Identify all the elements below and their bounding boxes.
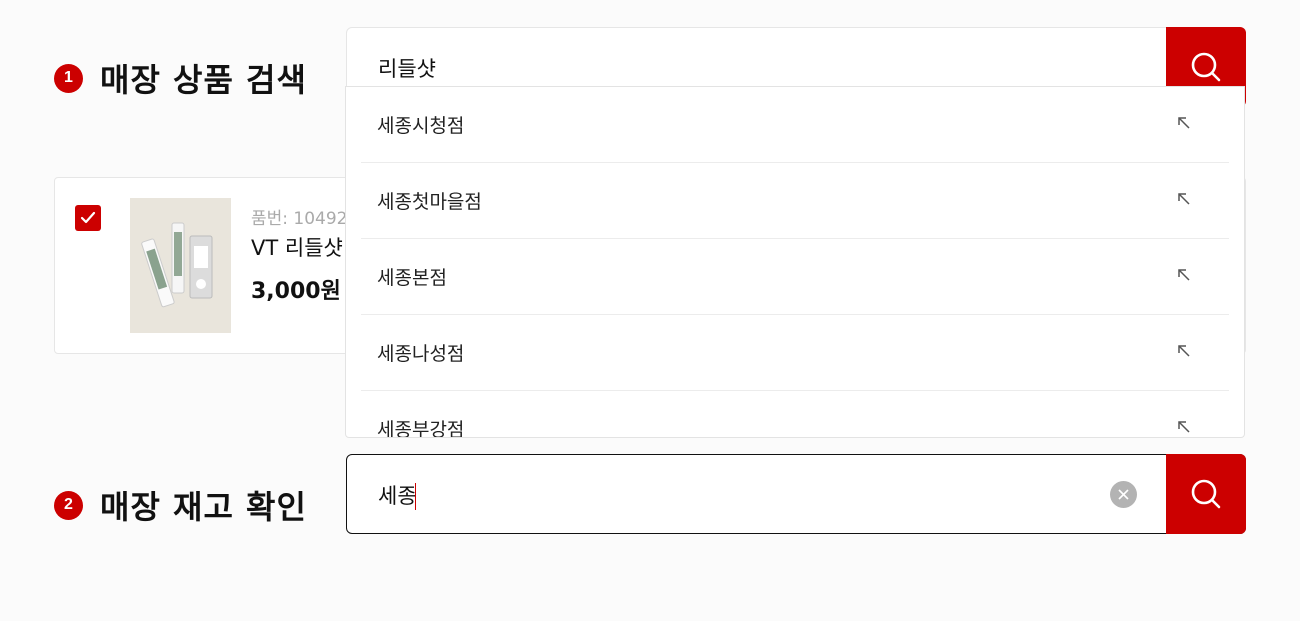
suggestion-item[interactable]: 세종첫마을점 — [361, 163, 1229, 239]
suggestion-item[interactable]: 세종본점 — [361, 239, 1229, 315]
arrow-up-left-icon — [1178, 345, 1190, 357]
step-2-heading: 2 매장 재고 확인 — [54, 482, 307, 528]
suggestion-label: 세종시청점 — [377, 115, 465, 137]
step-1-heading: 1 매장 상품 검색 — [54, 55, 307, 101]
step-2-number-badge: 2 — [54, 490, 83, 520]
suggestion-item[interactable]: 세종부강점 — [361, 391, 1229, 438]
product-name: VT 리들샷 — [251, 236, 343, 260]
step-1-number-badge: 1 — [54, 63, 83, 93]
suggestion-item[interactable]: 세종시청점 — [361, 87, 1229, 163]
arrow-up-left-icon — [1178, 269, 1190, 281]
product-image — [130, 198, 231, 333]
store-suggestion-dropdown: 세종시청점 세종첫마을점 세종본점 세종나성점 세종부강점 — [345, 86, 1245, 438]
suggestion-item[interactable]: 세종나성점 — [361, 315, 1229, 391]
product-checkbox[interactable] — [75, 205, 101, 231]
step-1-title: 매장 상품 검색 — [100, 61, 307, 99]
suggestion-label: 세종첫마을점 — [377, 191, 482, 213]
arrow-up-left-icon — [1178, 117, 1190, 129]
arrow-up-left-icon — [1178, 421, 1190, 433]
store-search-button[interactable] — [1166, 454, 1246, 534]
check-icon — [80, 211, 96, 224]
product-price: 3,000원 — [251, 279, 341, 304]
search-icon — [1191, 479, 1221, 509]
store-search-box — [346, 454, 1246, 535]
suggestion-label: 세종부강점 — [377, 419, 465, 438]
clear-button[interactable] — [1110, 481, 1137, 508]
store-search-input[interactable] — [378, 455, 1078, 535]
suggestion-label: 세종나성점 — [377, 343, 465, 365]
text-caret — [415, 483, 416, 510]
product-code: 품번: 10492 — [251, 209, 348, 229]
clear-icon — [1118, 489, 1129, 500]
step-2-title: 매장 재고 확인 — [100, 488, 307, 526]
search-icon — [1191, 52, 1221, 82]
suggestion-label: 세종본점 — [377, 267, 447, 289]
arrow-up-left-icon — [1178, 193, 1190, 205]
